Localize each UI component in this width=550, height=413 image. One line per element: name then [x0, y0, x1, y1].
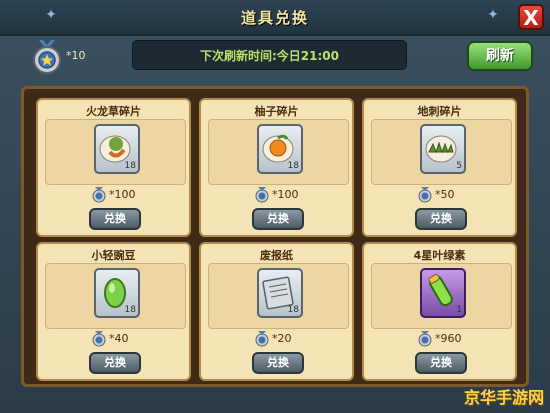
refresh-timer-panel: 下次刷新时间:今日21:00 [132, 40, 407, 70]
item-count: 18 [124, 305, 136, 315]
price-row: *100 [201, 187, 352, 203]
item-count: 5 [456, 161, 462, 171]
price-row: *20 [201, 331, 352, 347]
item-name: 火龙草碎片 [86, 105, 141, 118]
price-row: *100 [38, 187, 189, 203]
exchange-button[interactable]: 兑换 [89, 352, 141, 374]
shop-item-card: 4星叶绿素 1 *960 兑换 [362, 242, 517, 381]
item-frame[interactable]: 5 [420, 124, 466, 174]
item-name: 柚子碎片 [254, 105, 299, 118]
shop-item-card: 柚子碎片 18 *100 兑换 [199, 98, 354, 237]
item-price: *100 [109, 188, 136, 201]
item-price: *40 [109, 332, 129, 345]
item-slot: 18 [208, 119, 349, 185]
item-slot: 18 [208, 263, 349, 329]
price-row: *50 [364, 187, 515, 203]
shop-item-card: 废报纸 18 *20 兑换 [199, 242, 354, 381]
item-frame[interactable]: 18 [94, 268, 140, 318]
shop-item-card: 地刺碎片 5 *50 兑换 [362, 98, 517, 237]
item-price: *100 [272, 188, 299, 201]
item-name: 废报纸 [260, 249, 293, 262]
refresh-countdown: 下次刷新时间:今日21:00 [200, 49, 339, 63]
spikeweed-fragment-icon [425, 135, 457, 163]
chlorophyll-vial-icon [428, 274, 453, 307]
item-price: *20 [272, 332, 292, 345]
price-row: *40 [38, 331, 189, 347]
medal-count: *10 [66, 49, 86, 62]
medal-icon [255, 187, 269, 203]
close-button[interactable]: X [518, 4, 544, 30]
item-slot: 18 [45, 263, 186, 329]
item-slot: 18 [45, 119, 186, 185]
medal-icon [418, 331, 432, 347]
item-count: 18 [124, 161, 136, 171]
item-slot: 1 [371, 263, 512, 329]
item-name: 4星叶绿素 [413, 249, 466, 262]
item-price: *960 [435, 332, 462, 345]
medal-icon [92, 187, 106, 203]
medal-icon [255, 331, 269, 347]
refresh-button[interactable]: 刷新 [467, 41, 533, 71]
star-ornament-icon: ✦ [487, 7, 499, 23]
shop-board: 火龙草碎片 18 *100 兑换 柚子碎片 18 *100 兑换 地刺碎片 5 … [21, 86, 529, 387]
shop-item-card: 火龙草碎片 18 *100 兑换 [36, 98, 191, 237]
item-count: 18 [287, 161, 299, 171]
price-row: *960 [364, 331, 515, 347]
title-bar: ✦ 道具兑换 ✦ X [0, 0, 550, 36]
medal-icon [33, 40, 61, 74]
item-price: *50 [435, 188, 455, 201]
item-slot: 5 [371, 119, 512, 185]
exchange-button[interactable]: 兑换 [415, 208, 467, 230]
item-count: 18 [287, 305, 299, 315]
exchange-button[interactable]: 兑换 [89, 208, 141, 230]
item-name: 小轻豌豆 [91, 249, 136, 262]
exchange-window: ✦ 道具兑换 ✦ X *10 下次刷新时间:今日21:00 刷新 火龙草碎片 1… [0, 0, 550, 413]
item-frame[interactable]: 1 [420, 268, 466, 318]
exchange-button[interactable]: 兑换 [252, 352, 304, 374]
item-frame[interactable]: 18 [94, 124, 140, 174]
item-count: 1 [456, 305, 462, 315]
item-frame[interactable]: 18 [257, 124, 303, 174]
window-title: 道具兑换 [240, 9, 309, 27]
exchange-button[interactable]: 兑换 [415, 352, 467, 374]
medal-icon [92, 331, 106, 347]
medal-icon [418, 187, 432, 203]
shop-item-card: 小轻豌豆 18 *40 兑换 [36, 242, 191, 381]
item-name: 地刺碎片 [417, 105, 462, 118]
exchange-button[interactable]: 兑换 [252, 208, 304, 230]
watermark: 京华手游网 [463, 388, 544, 407]
item-frame[interactable]: 18 [257, 268, 303, 318]
